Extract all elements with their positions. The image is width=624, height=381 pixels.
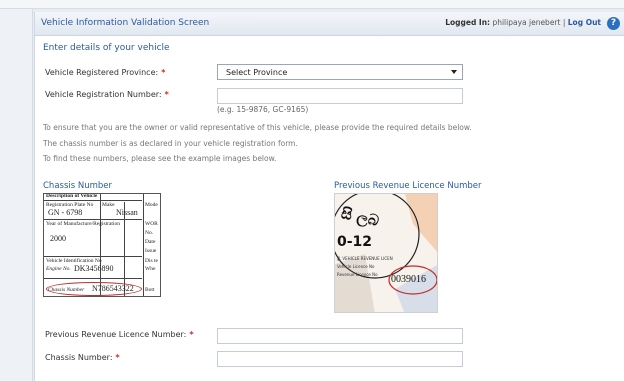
- section-title: Enter details of your vehicle: [43, 43, 170, 53]
- logout-link[interactable]: Log Out: [568, 18, 601, 27]
- reg-number-label: Vehicle Registration Number: *: [45, 90, 169, 99]
- chassis-highlight-ring: [46, 282, 142, 296]
- doc-header: Description of Vehicle: [46, 193, 98, 199]
- username: philipaya jenebert: [492, 18, 561, 27]
- licence-example-image: සි ලබ 0-12 ශ්‍රී. VEHICLE REVENUE LICEN …: [334, 193, 438, 313]
- login-area: Logged In: philipaya jenebert | Log Out: [445, 18, 601, 27]
- required-mark: *: [161, 68, 166, 77]
- header-bar: Vehicle Information Validation Screen Lo…: [35, 12, 624, 36]
- info-line-1: To ensure that you are the owner or vali…: [43, 123, 472, 132]
- licence-number-value: 0039016: [391, 274, 426, 285]
- left-rail: [0, 9, 33, 381]
- province-label: Vehicle Registered Province: *: [45, 68, 166, 77]
- info-line-2: The chassis number is as declared in you…: [43, 139, 298, 148]
- browser-strip: [0, 0, 624, 9]
- screen-title: Vehicle Information Validation Screen: [41, 18, 210, 28]
- chassis-example-title: Chassis Number: [43, 181, 113, 191]
- logged-in-label: Logged In:: [445, 18, 491, 27]
- licence-number-fragment: 0-12: [337, 234, 373, 250]
- required-mark: *: [115, 353, 120, 362]
- reg-number-input[interactable]: [217, 88, 463, 104]
- province-select-value: Select Province: [226, 68, 288, 77]
- prev-licence-input[interactable]: [217, 328, 463, 344]
- info-line-3: To find these numbers, please see the ex…: [43, 154, 277, 163]
- help-icon[interactable]: ?: [607, 17, 620, 30]
- main-panel: Vehicle Information Validation Screen Lo…: [34, 12, 624, 381]
- licence-example-title: Previous Revenue Licence Number: [334, 181, 482, 191]
- chassis-example-image: Description of Vehicle Registration Plat…: [43, 193, 161, 297]
- separator: |: [562, 18, 566, 27]
- chassis-label: Chassis Number: *: [45, 353, 120, 362]
- chassis-input[interactable]: [217, 351, 463, 367]
- required-mark: *: [189, 330, 194, 339]
- reg-number-hint: (e.g. 15-9876, GC-9165): [217, 105, 309, 114]
- province-select[interactable]: Select Province: [217, 64, 463, 80]
- required-mark: *: [164, 90, 169, 99]
- prev-licence-label: Previous Revenue Licence Number: *: [45, 330, 194, 339]
- chevron-down-icon: [451, 70, 457, 74]
